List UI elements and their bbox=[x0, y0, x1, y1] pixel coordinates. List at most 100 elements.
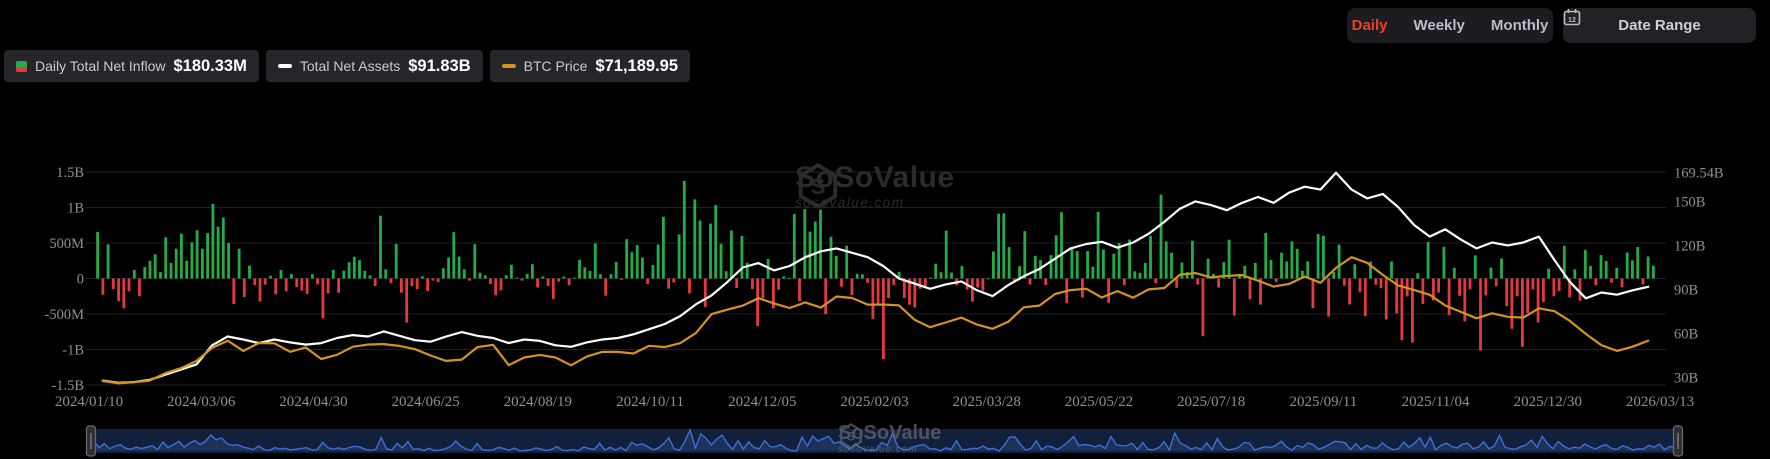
inflow-bar-negative bbox=[1505, 278, 1509, 307]
inflow-bar-positive bbox=[1159, 194, 1163, 279]
x-axis-date-label: 2024/06/25 bbox=[391, 394, 459, 410]
inflow-bar-swatch-icon bbox=[16, 60, 27, 72]
inflow-bar-negative bbox=[1248, 278, 1252, 300]
inflow-bar-negative bbox=[1610, 278, 1613, 283]
date-range-label: Date Range bbox=[1618, 17, 1701, 34]
inflow-bar-positive bbox=[384, 269, 388, 279]
inflow-bar-positive bbox=[1625, 252, 1629, 279]
inflow-bar-positive bbox=[641, 257, 644, 279]
inflow-bar-positive bbox=[834, 255, 838, 279]
inflow-bar-negative bbox=[824, 278, 828, 314]
x-axis-date-label: 2024/03/06 bbox=[167, 394, 236, 410]
inflow-bar-positive bbox=[635, 245, 639, 279]
inflow-bar-positive bbox=[211, 204, 215, 279]
inflow-bar-negative bbox=[557, 278, 560, 282]
inflow-bar-negative bbox=[604, 278, 608, 296]
inflow-bar-positive bbox=[1390, 261, 1393, 279]
inflow-bar-positive bbox=[1452, 267, 1456, 279]
tab-monthly[interactable]: Monthly bbox=[1478, 8, 1562, 43]
inflow-bar-positive bbox=[1615, 267, 1619, 279]
legend-item-total-net-assets[interactable]: Total Net Assets $91.83B bbox=[265, 50, 483, 82]
inflow-bar-negative bbox=[232, 278, 236, 305]
legend-item-btc-price[interactable]: BTC Price $71,189.95 bbox=[489, 50, 691, 82]
inflow-bar-positive bbox=[593, 243, 597, 279]
inflow-bar-negative bbox=[253, 278, 257, 286]
inflow-bar-positive bbox=[939, 272, 943, 279]
inflow-bar-positive bbox=[651, 264, 655, 279]
inflow-bar-positive bbox=[180, 233, 183, 279]
legend-item-daily-net-inflow[interactable]: Daily Total Net Inflow $180.33M bbox=[4, 50, 259, 82]
inflow-bar-positive bbox=[929, 277, 932, 279]
inflow-bar-negative bbox=[520, 278, 524, 281]
inflow-bar-positive bbox=[1086, 251, 1089, 279]
inflow-bar-positive bbox=[421, 276, 424, 279]
inflow-bar-positive bbox=[148, 260, 152, 279]
etf-flow-dashboard: 1.5B 1B 500M 0 -500M -1B -1.5B 169.54B 150B 120B 9… bbox=[0, 0, 1770, 459]
x-axis-date-label: 2025/09/11 bbox=[1289, 394, 1357, 410]
inflow-bar-negative bbox=[703, 278, 707, 307]
inflow-bar-positive bbox=[1316, 234, 1320, 279]
inflow-bar-positive bbox=[934, 263, 938, 279]
inflow-bar-positive bbox=[352, 256, 356, 279]
x-axis-date-label: 2026/03/13 bbox=[1626, 394, 1694, 410]
inflow-bar-negative bbox=[1594, 278, 1598, 286]
inflow-bar-positive bbox=[1442, 246, 1446, 279]
inflow-bar-negative bbox=[1374, 278, 1378, 285]
inflow-bar-negative bbox=[546, 278, 550, 286]
inflow-bar-positive bbox=[730, 230, 733, 279]
inflow-bar-negative bbox=[1510, 278, 1514, 329]
inflow-bar-positive bbox=[159, 272, 162, 279]
inflow-bar-positive bbox=[782, 276, 786, 279]
inflow-bar-negative bbox=[620, 278, 623, 280]
inflow-bar-positive bbox=[1075, 251, 1079, 279]
inflow-bar-positive bbox=[1547, 268, 1550, 279]
inflow-bar-positive bbox=[195, 230, 199, 279]
inflow-bar-positive bbox=[331, 270, 335, 279]
inflow-bar-negative bbox=[274, 278, 278, 295]
inflow-bar-positive bbox=[1060, 212, 1063, 279]
tab-weekly[interactable]: Weekly bbox=[1400, 8, 1477, 43]
inflow-bar-negative bbox=[1437, 278, 1440, 293]
inflow-bar-negative bbox=[1484, 278, 1488, 296]
inflow-bar-positive bbox=[311, 274, 314, 279]
inflow-bar-negative bbox=[1107, 278, 1110, 303]
inflow-bar-negative bbox=[1384, 278, 1388, 320]
inflow-bar-negative bbox=[1641, 278, 1645, 285]
inflow-bar-positive bbox=[1285, 261, 1289, 279]
inflow-bar-negative bbox=[761, 278, 765, 299]
inflow-bar-negative bbox=[117, 278, 120, 302]
inflow-bar-positive bbox=[473, 244, 477, 279]
left-axis-tick-label: -500M bbox=[45, 307, 85, 323]
inflow-bar-positive bbox=[1023, 231, 1027, 279]
inflow-bar-negative bbox=[101, 278, 105, 295]
inflow-bar-negative bbox=[688, 278, 691, 294]
inflow-bar-positive bbox=[630, 252, 634, 279]
inflow-bar-positive bbox=[441, 268, 445, 279]
x-axis-date-label: 2025/11/04 bbox=[1402, 394, 1470, 410]
inflow-bar-negative bbox=[1458, 278, 1461, 296]
inflow-bar-positive bbox=[206, 233, 209, 279]
inflow-bar-positive bbox=[588, 271, 592, 279]
inflow-bar-positive bbox=[96, 232, 99, 279]
inflow-bar-positive bbox=[944, 230, 948, 279]
inflow-bar-negative bbox=[316, 278, 319, 285]
inflow-bar-negative bbox=[305, 278, 309, 294]
inflow-bar-positive bbox=[986, 278, 990, 280]
inflow-bar-positive bbox=[174, 248, 178, 279]
legend-label: Total Net Assets bbox=[299, 58, 401, 74]
inflow-bar-positive bbox=[515, 277, 519, 279]
inflow-bar-positive bbox=[792, 214, 796, 279]
inflow-bar-positive bbox=[1426, 242, 1430, 279]
right-axis-tick-label: 30B bbox=[1674, 371, 1698, 387]
inflow-bar-positive bbox=[368, 275, 372, 279]
inflow-bar-positive bbox=[1599, 255, 1603, 279]
tab-daily[interactable]: Daily bbox=[1339, 8, 1401, 43]
inflow-bar-negative bbox=[646, 278, 649, 285]
legend-value: $71,189.95 bbox=[595, 56, 679, 75]
inflow-bar-positive bbox=[342, 270, 346, 279]
date-range-button[interactable]: 12 Date Range bbox=[1563, 8, 1756, 43]
inflow-bar-negative bbox=[1421, 278, 1425, 304]
inflow-bar-positive bbox=[216, 226, 220, 279]
inflow-bar-positive bbox=[1332, 272, 1336, 279]
inflow-bar-negative bbox=[882, 278, 885, 360]
